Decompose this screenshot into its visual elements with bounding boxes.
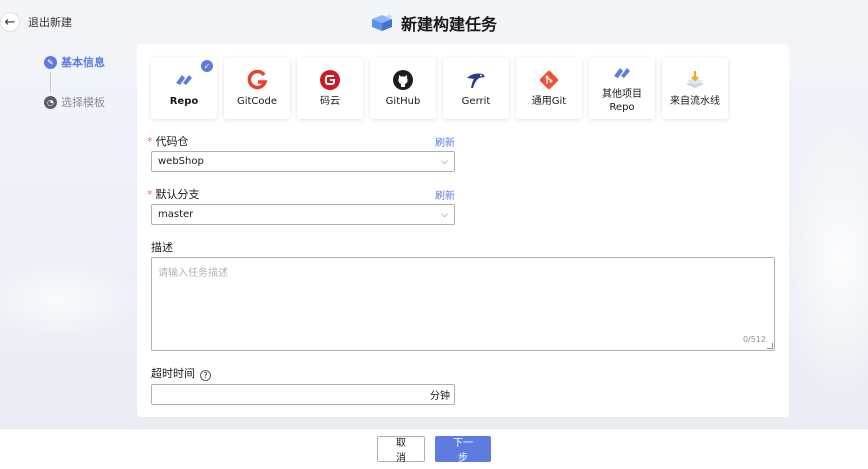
description-field-label: 描述: [151, 241, 173, 254]
repo-source-other-repo[interactable]: 其他项目Repo: [589, 57, 655, 119]
git-icon: [539, 70, 559, 89]
clock-icon: ◔: [44, 95, 57, 109]
step-label: 选择模板: [61, 96, 105, 109]
timeout-label-text: 超时时间: [151, 367, 195, 380]
top-bar: ← 退出新建 新建构建任务: [0, 0, 868, 46]
exit-create-button[interactable]: ← 退出新建: [0, 12, 72, 32]
step-select-template[interactable]: ◔ 选择模板: [44, 94, 105, 110]
repo-label: GitHub: [385, 95, 421, 107]
description-textarea[interactable]: 请输入任务描述 0/512: [151, 257, 775, 351]
repo-source-github[interactable]: GitHub: [370, 57, 436, 119]
repo-source-gerrit[interactable]: Gerrit: [443, 57, 509, 119]
help-icon[interactable]: ?: [200, 370, 211, 381]
build-task-icon: [371, 14, 392, 31]
branch-select[interactable]: master ⌵: [151, 204, 455, 225]
repo-field-label: * 代码仓: [147, 133, 189, 149]
next-step-button[interactable]: 下一步: [435, 436, 491, 464]
repo-label: 其他项目Repo: [602, 89, 642, 113]
repo-label: GitCode: [236, 95, 278, 107]
edit-icon: ✎: [44, 55, 57, 69]
title-area: 新建构建任务: [371, 11, 497, 35]
other-repo-icon: [614, 68, 630, 78]
page-title: 新建构建任务: [400, 15, 497, 34]
pipeline-icon: [686, 70, 704, 88]
step-label: 基本信息: [61, 56, 105, 69]
repo-label: 来自流水线: [670, 95, 720, 107]
repo-icon: [176, 74, 192, 85]
timeout-field-label: 超时时间?: [151, 365, 211, 381]
repo-source-repo[interactable]: ✓ Repo: [151, 57, 217, 119]
repo-label: 通用Git: [531, 95, 567, 107]
repo-label: Gerrit: [461, 95, 491, 107]
branch-field-label: * 默认分支: [147, 186, 200, 202]
repo-label: Repo: [169, 95, 199, 107]
chevron-down-icon: ⌵: [441, 209, 448, 220]
repo-refresh-link[interactable]: 刷新: [435, 134, 455, 149]
branch-label-text: 默认分支: [155, 188, 200, 201]
exit-create-label: 退出新建: [28, 16, 72, 29]
step-nav: ✎ 基本信息 ◔ 选择模板: [44, 54, 105, 110]
repo-label: 码云: [320, 95, 340, 107]
chevron-down-icon: ⌵: [441, 156, 448, 167]
timeout-unit: 分钟: [430, 391, 450, 402]
repo-source-gitcode[interactable]: GitCode: [224, 57, 290, 119]
form-card: ✓ Repo GitCode 码云 GitHub Gerrit 通用Git 其他…: [137, 44, 789, 417]
github-icon: [393, 69, 413, 90]
gitcode-icon: [247, 69, 268, 89]
resize-handle[interactable]: [767, 343, 773, 349]
arrow-left-icon: ←: [0, 12, 20, 32]
char-counter: 0/512: [742, 335, 766, 344]
cancel-button[interactable]: 取消: [377, 436, 425, 464]
repo-source-pipeline[interactable]: 来自流水线: [662, 57, 728, 119]
repo-select-value: webShop: [158, 156, 204, 167]
repo-source-gitee[interactable]: 码云: [297, 57, 363, 119]
gitee-icon: [320, 69, 340, 90]
step-basic-info[interactable]: ✎ 基本信息: [44, 54, 105, 70]
required-mark: *: [147, 188, 153, 201]
required-mark: *: [147, 135, 153, 148]
description-placeholder: 请输入任务描述: [158, 268, 228, 279]
branch-refresh-link[interactable]: 刷新: [435, 187, 455, 202]
repo-source-list: ✓ Repo GitCode 码云 GitHub Gerrit 通用Git 其他…: [151, 57, 728, 119]
repo-source-git[interactable]: 通用Git: [516, 57, 582, 119]
step-connector: [50, 72, 51, 92]
branch-select-value: master: [158, 209, 194, 220]
repo-select[interactable]: webShop ⌵: [151, 151, 455, 172]
repo-label-text: 代码仓: [155, 135, 189, 148]
gerrit-icon: [467, 73, 485, 88]
check-icon: ✓: [201, 60, 213, 72]
timeout-input[interactable]: 分钟: [151, 384, 455, 405]
footer-bar: 取消 下一步: [0, 428, 868, 469]
